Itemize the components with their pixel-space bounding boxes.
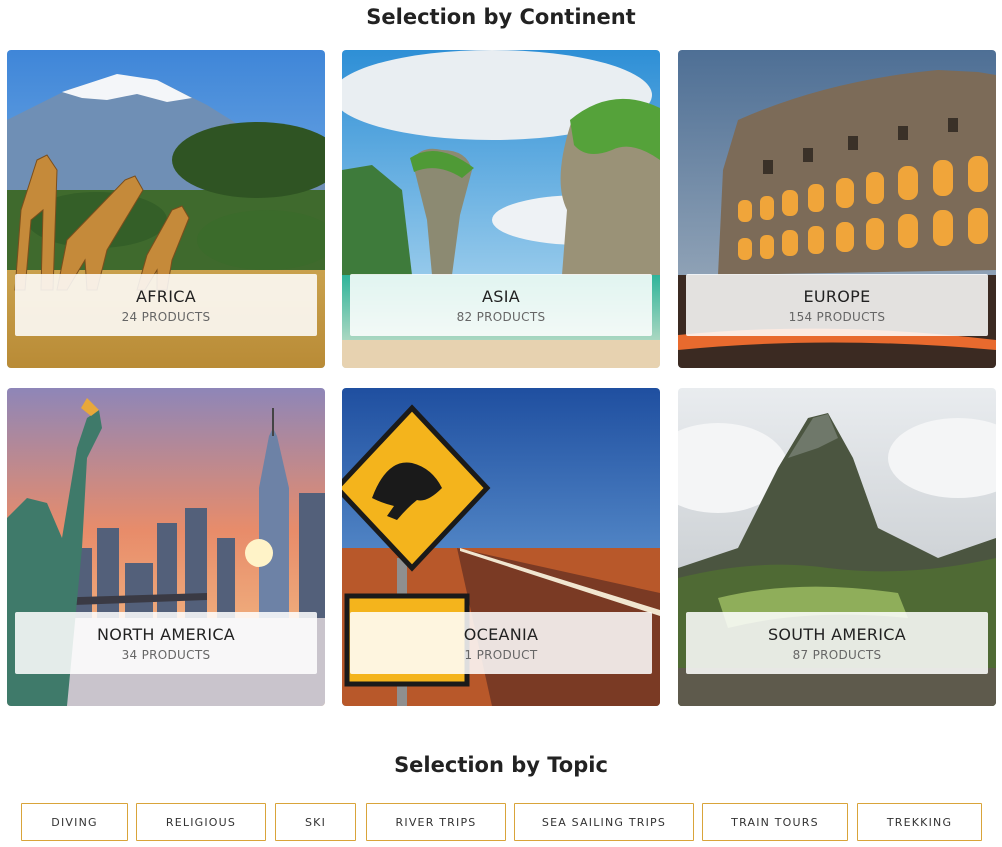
continent-card-label: ASIA 82 PRODUCTS — [350, 274, 652, 336]
continent-card-europe[interactable]: EUROPE 154 PRODUCTS — [678, 50, 996, 368]
topic-button-sea-sailing-trips[interactable]: SEA SAILING TRIPS — [514, 803, 694, 841]
topic-button-train-tours[interactable]: TRAIN TOURS — [702, 803, 848, 841]
topic-button-diving[interactable]: DIVING — [21, 803, 128, 841]
continent-card-label: SOUTH AMERICA 87 PRODUCTS — [686, 612, 988, 674]
continent-card-north-america[interactable]: NORTH AMERICA 34 PRODUCTS — [7, 388, 325, 706]
product-count: 87 PRODUCTS — [792, 648, 882, 662]
product-count: 82 PRODUCTS — [456, 310, 546, 324]
continent-name: EUROPE — [803, 287, 871, 306]
continent-card-oceania[interactable]: OCEANIA 1 PRODUCT — [342, 388, 660, 706]
topic-button-trekking[interactable]: TREKKING — [857, 803, 982, 841]
continent-card-south-america[interactable]: SOUTH AMERICA 87 PRODUCTS — [678, 388, 996, 706]
topic-section-title: Selection by Topic — [394, 753, 608, 777]
continent-name: SOUTH AMERICA — [767, 625, 907, 644]
product-count: 1 PRODUCT — [464, 648, 538, 662]
topic-button-ski[interactable]: SKI — [275, 803, 356, 841]
continent-name: NORTH AMERICA — [96, 625, 236, 644]
continent-card-label: OCEANIA 1 PRODUCT — [350, 612, 652, 674]
continent-card-africa[interactable]: AFRICA 24 PRODUCTS — [7, 50, 325, 368]
topic-button-religious[interactable]: RELIGIOUS — [136, 803, 266, 841]
continent-card-label: EUROPE 154 PRODUCTS — [686, 274, 988, 336]
topic-button-row: DIVING RELIGIOUS SKI RIVER TRIPS SEA SAI… — [0, 803, 1002, 841]
continent-name: AFRICA — [136, 287, 196, 306]
product-count: 24 PRODUCTS — [121, 310, 211, 324]
continent-name: OCEANIA — [463, 625, 539, 644]
continent-card-label: NORTH AMERICA 34 PRODUCTS — [15, 612, 317, 674]
continent-section-title: Selection by Continent — [366, 5, 636, 29]
product-count: 154 PRODUCTS — [788, 310, 886, 324]
continent-name: ASIA — [482, 287, 520, 306]
continent-card-label: AFRICA 24 PRODUCTS — [15, 274, 317, 336]
continent-grid: AFRICA 24 PRODUCTS ASIA 82 PRODUCTS EURO… — [7, 50, 996, 707]
topic-button-river-trips[interactable]: RIVER TRIPS — [366, 803, 506, 841]
continent-card-asia[interactable]: ASIA 82 PRODUCTS — [342, 50, 660, 368]
product-count: 34 PRODUCTS — [121, 648, 211, 662]
